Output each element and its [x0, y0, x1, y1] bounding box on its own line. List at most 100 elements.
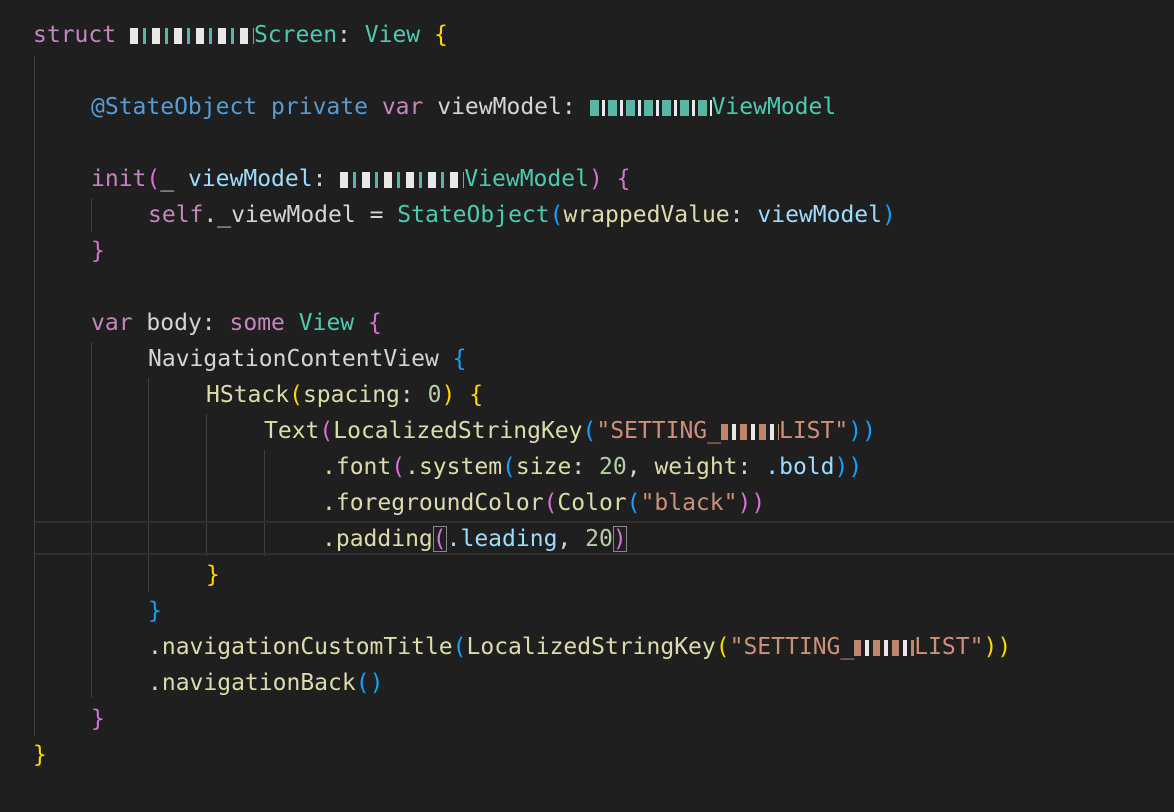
keyword: init: [91, 166, 147, 192]
code-line-10[interactable]: NavigationContentView {: [148, 341, 467, 377]
bracket: (: [582, 418, 597, 444]
bracket: (): [355, 670, 384, 696]
argument-label: wrappedValue: [563, 202, 730, 228]
bracket: (: [502, 454, 516, 480]
type-name: View: [364, 22, 421, 48]
string-literal: "SETTING_: [729, 634, 855, 660]
enum-member: .bold: [765, 454, 835, 480]
bracket: ): [882, 202, 896, 228]
identifier: viewModel: [437, 94, 562, 120]
indent-guide: [91, 342, 92, 698]
method-call: .foregroundColor: [322, 490, 544, 516]
bracket: )): [983, 634, 1012, 660]
function-call: LocalizedStringKey: [333, 418, 583, 444]
method-call: .navigationCustomTitle: [148, 634, 453, 660]
indent-guide: [148, 378, 149, 592]
code-line-11[interactable]: HStack(spacing: 0) {: [206, 377, 483, 413]
redacted-text: [854, 639, 915, 656]
code-line-21[interactable]: }: [33, 737, 47, 773]
redacted-text: [340, 171, 465, 188]
bracket: {: [434, 22, 448, 48]
bracket: (: [146, 166, 161, 192]
bracket: (: [319, 418, 334, 444]
parameter: viewModel: [187, 166, 313, 192]
bracket: }: [91, 238, 105, 264]
bracket: )): [737, 490, 766, 516]
type-name: Screen: [253, 22, 338, 48]
keyword: var: [381, 94, 424, 120]
code-line-16[interactable]: }: [206, 557, 220, 593]
redacted-text: [129, 27, 254, 44]
number-literal: 20: [599, 454, 627, 480]
punctuation: :: [312, 166, 327, 192]
indent-guide: [91, 198, 92, 232]
string-literal: "black": [640, 490, 738, 516]
identifier: ._viewModel: [203, 202, 356, 228]
type-name: View: [298, 310, 355, 336]
keyword: private: [271, 94, 368, 120]
punctuation: ,: [626, 454, 641, 480]
bracket: (: [452, 634, 467, 660]
argument-label: size: [515, 454, 572, 480]
punctuation: :: [201, 310, 216, 336]
redacted-text: [720, 423, 779, 440]
string-literal: "SETTING_: [596, 418, 721, 444]
type-name: ViewModel: [464, 166, 589, 192]
type-name: StateObject: [397, 202, 550, 228]
bracket: {: [368, 310, 382, 336]
bracket: (: [289, 382, 303, 408]
punctuation: :: [729, 202, 744, 228]
punctuation: :: [561, 94, 576, 120]
keyword: some: [229, 310, 285, 336]
bracket: }: [206, 562, 220, 588]
punctuation: :: [571, 454, 586, 480]
method-call: .font: [322, 454, 392, 480]
redacted-text: [589, 99, 712, 116]
bracket: {: [616, 166, 631, 192]
bracket: (: [543, 490, 558, 516]
bracket: }: [148, 598, 162, 624]
bracket: (: [391, 454, 406, 480]
code-line-12[interactable]: Text(LocalizedStringKey("SETTING_ LIST")): [264, 413, 876, 449]
bracket: }: [33, 742, 47, 768]
bracket: (: [549, 202, 564, 228]
operator: =: [369, 202, 384, 228]
punctuation: _: [160, 166, 175, 192]
bracket: )): [848, 418, 876, 444]
keyword: struct: [33, 22, 117, 48]
code-line-5[interactable]: init(_ viewModel: ViewModel) {: [91, 161, 631, 197]
code-line-6[interactable]: self._viewModel = StateObject(wrappedVal…: [148, 197, 896, 233]
punctuation: ,: [557, 526, 572, 552]
code-line-1[interactable]: struct Screen: View {: [33, 17, 448, 53]
enum-member: .leading: [446, 526, 558, 552]
punctuation: :: [737, 454, 752, 480]
function-call: LocalizedStringKey: [466, 634, 716, 660]
matched-bracket: (: [432, 526, 447, 552]
code-line-20[interactable]: }: [91, 701, 105, 737]
function-call: Color: [557, 490, 627, 516]
code-line-3[interactable]: @StateObject private var viewModel: View…: [91, 89, 836, 125]
code-line-17[interactable]: }: [148, 593, 162, 629]
function-call: HStack: [206, 382, 290, 408]
code-editor[interactable]: struct Screen: View { @StateObject priva…: [0, 0, 1174, 812]
string-literal: LIST": [914, 634, 984, 660]
matched-bracket: ): [612, 526, 627, 552]
code-line-7[interactable]: }: [91, 233, 105, 269]
bracket: }: [91, 706, 105, 732]
identifier: NavigationContentView: [148, 346, 439, 372]
attribute: @StateObject: [91, 94, 258, 120]
argument-label: weight: [654, 454, 738, 480]
bracket: (: [626, 490, 641, 516]
code-line-18[interactable]: .navigationCustomTitle(LocalizedStringKe…: [148, 629, 1011, 665]
code-line-14[interactable]: .foregroundColor(Color("black")): [322, 485, 765, 521]
keyword: self: [148, 202, 204, 228]
type-name: ViewModel: [711, 94, 837, 120]
punctuation: :: [399, 382, 414, 408]
bracket: {: [469, 382, 484, 408]
bracket: ): [441, 382, 456, 408]
indent-guide: [34, 56, 35, 736]
code-line-19[interactable]: .navigationBack(): [148, 665, 383, 701]
code-line-15[interactable]: .padding(.leading, 20): [322, 521, 627, 557]
code-line-13[interactable]: .font(.system(size: 20, weight: .bold)): [322, 449, 862, 485]
code-line-9[interactable]: var body: some View {: [91, 305, 382, 341]
